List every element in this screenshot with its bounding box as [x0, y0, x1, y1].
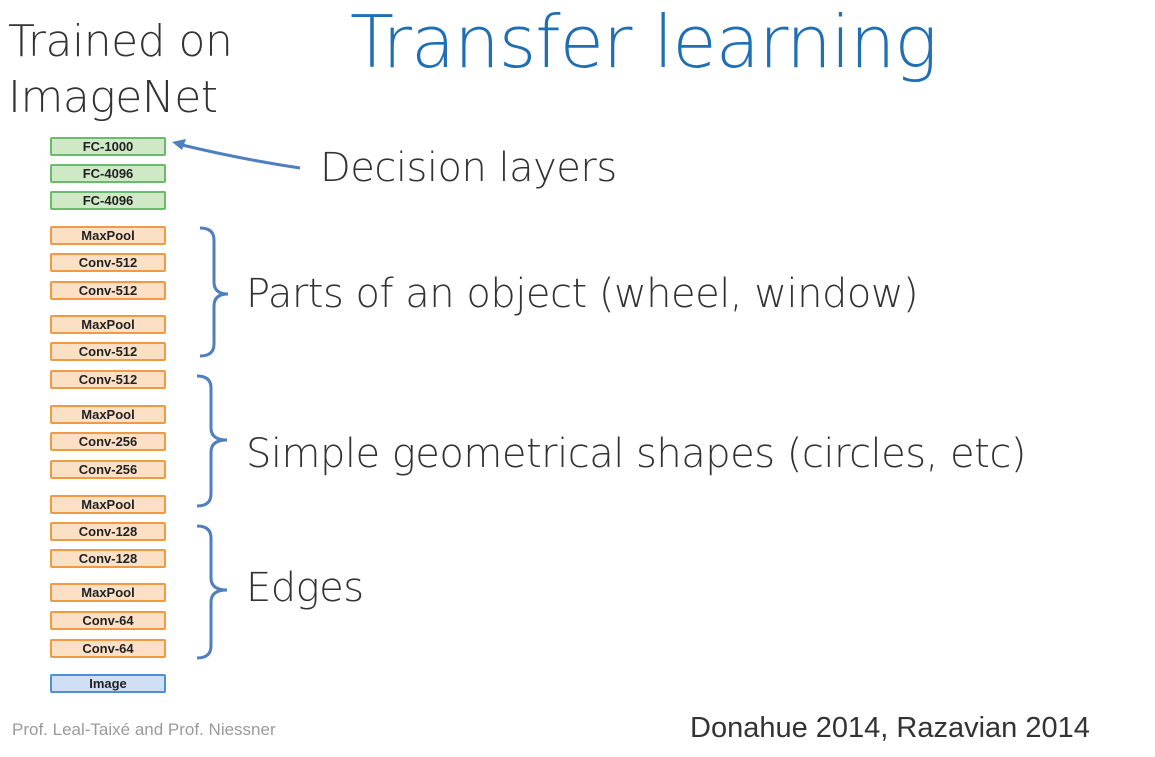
- parts-of-object-label: Parts of an object (wheel, window): [246, 271, 919, 317]
- bracket-parts: [199, 226, 229, 358]
- decision-arrowhead: [172, 139, 186, 150]
- bracket-shapes: [196, 374, 228, 508]
- decision-arrow: [177, 142, 301, 170]
- decision-layers-label: Decision layers: [320, 145, 617, 191]
- credit-text: Prof. Leal-Taixé and Prof. Niessner: [12, 720, 276, 739]
- edges-label: Edges: [246, 565, 364, 611]
- annotation-overlay: [172, 139, 301, 660]
- citation-text: Donahue 2014, Razavian 2014: [690, 712, 1090, 744]
- geometric-shapes-label: Simple geometrical shapes (circles, etc): [246, 431, 1026, 477]
- bracket-edges: [196, 524, 228, 660]
